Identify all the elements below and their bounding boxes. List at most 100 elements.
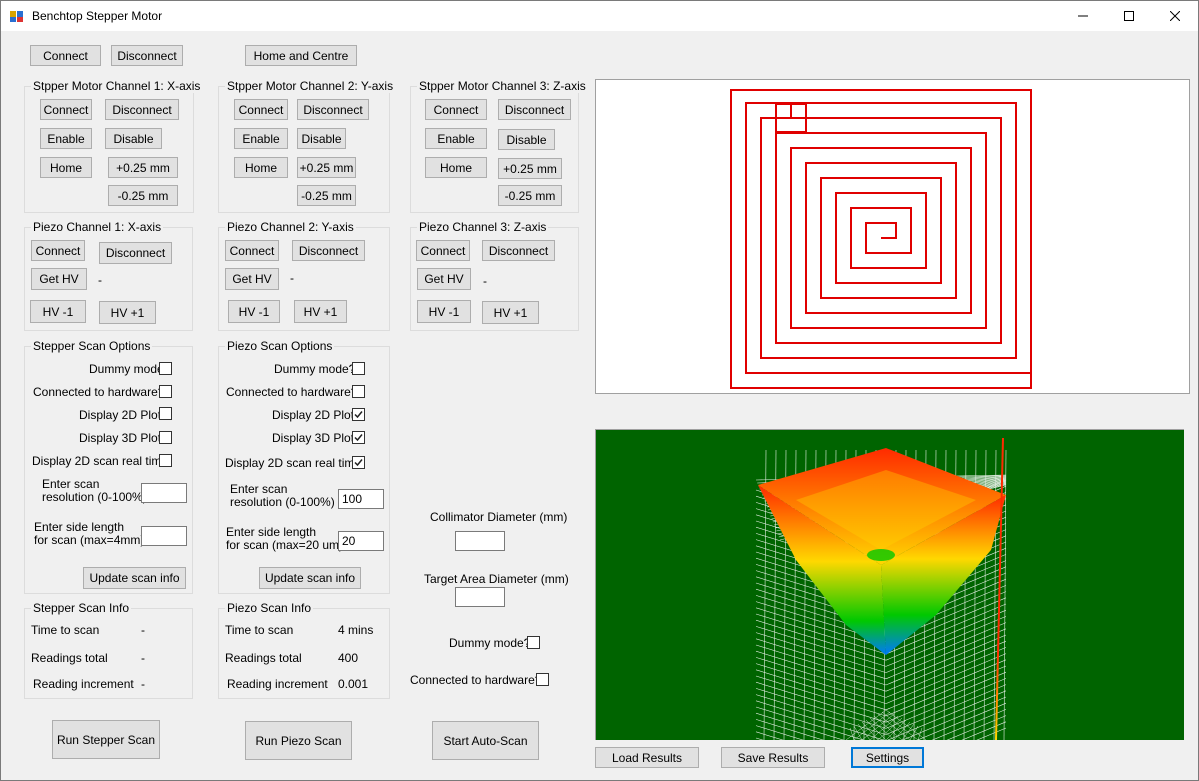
start-auto-scan-button[interactable]: Start Auto-Scan — [432, 721, 539, 760]
stepper-side-length-label: Enter side length for scan (max=4mm) — [34, 520, 145, 547]
minimize-button[interactable] — [1060, 1, 1106, 31]
stepper-1-plus-button[interactable]: +0.25 mm — [108, 157, 178, 178]
stepper-2-home-button[interactable]: Home — [234, 157, 288, 178]
auto-dummy-mode-label: Dummy mode? — [449, 636, 531, 650]
check-icon — [354, 411, 363, 419]
settings-button[interactable]: Settings — [851, 747, 924, 768]
home-centre-button[interactable]: Home and Centre — [245, 45, 357, 66]
piezo-3-hv-minus-button[interactable]: HV -1 — [417, 300, 471, 323]
stepper-update-scan-button[interactable]: Update scan info — [83, 567, 186, 589]
piezo-3-get-hv-button[interactable]: Get HV — [417, 268, 471, 290]
piezo-1-disconnect-button[interactable]: Disconnect — [99, 242, 172, 264]
piezo-scan-options-group: Piezo Scan Options — [218, 339, 390, 594]
load-results-button[interactable]: Load Results — [595, 747, 699, 768]
piezo-resolution-input[interactable] — [338, 489, 384, 509]
right-edge — [1190, 79, 1198, 689]
stepper-dummy-mode-checkbox[interactable] — [159, 362, 172, 375]
spiral-path-canvas — [730, 89, 1032, 389]
stepper-1-disconnect-button[interactable]: Disconnect — [105, 99, 179, 120]
piezo-2-hv-minus-button[interactable]: HV -1 — [228, 300, 280, 323]
stepper-1-connect-button[interactable]: Connect — [40, 99, 92, 120]
piezo-channel-3-title: Piezo Channel 3: Z-axis — [417, 220, 549, 234]
piezo-dummy-mode-checkbox[interactable] — [352, 362, 365, 375]
close-button[interactable] — [1152, 1, 1198, 31]
stepper-2-minus-button[interactable]: -0.25 mm — [297, 185, 356, 206]
stepper-2-connect-button[interactable]: Connect — [234, 99, 288, 120]
piezo-dummy-mode-label: Dummy mode? — [274, 362, 356, 376]
spiral-path — [730, 89, 1032, 389]
app-icon — [10, 11, 23, 22]
connect-all-button[interactable]: Connect — [30, 45, 101, 66]
collimator-diameter-input[interactable] — [455, 531, 505, 551]
stepper-2-plus-button[interactable]: +0.25 mm — [297, 157, 356, 178]
stepper-channel-2-title: Stpper Motor Channel 2: Y-axis — [225, 79, 396, 93]
piezo-realtime-label: Display 2D scan real time — [225, 456, 362, 470]
check-icon — [354, 434, 363, 442]
stepper-3-connect-button[interactable]: Connect — [425, 99, 487, 120]
stepper-3-minus-button[interactable]: -0.25 mm — [498, 185, 562, 206]
stepper-3-disconnect-button[interactable]: Disconnect — [498, 99, 571, 120]
stepper-increment-label: Reading increment — [33, 677, 134, 691]
piezo-3-connect-button[interactable]: Connect — [416, 240, 470, 261]
piezo-side-length-input[interactable] — [338, 531, 384, 551]
run-stepper-scan-button[interactable]: Run Stepper Scan — [52, 720, 160, 759]
stepper-1-disable-button[interactable]: Disable — [105, 128, 162, 149]
save-results-button[interactable]: Save Results — [721, 747, 825, 768]
piezo-1-hv-minus-button[interactable]: HV -1 — [30, 300, 86, 323]
surface-center — [867, 549, 895, 561]
piezo-3-disconnect-button[interactable]: Disconnect — [482, 240, 555, 261]
target-area-diameter-input[interactable] — [455, 587, 505, 607]
piezo-3-hv-plus-button[interactable]: HV +1 — [482, 301, 539, 324]
stepper-1-home-button[interactable]: Home — [40, 157, 92, 178]
maximize-button[interactable] — [1106, 1, 1152, 31]
stepper-resolution-input[interactable] — [141, 483, 187, 503]
title-bar: Benchtop Stepper Motor — [1, 1, 1198, 31]
stepper-1-enable-button[interactable]: Enable — [40, 128, 92, 149]
stepper-channel-1-title: Stpper Motor Channel 1: X-axis — [31, 79, 203, 93]
run-piezo-scan-button[interactable]: Run Piezo Scan — [245, 721, 352, 760]
stepper-2-enable-button[interactable]: Enable — [234, 128, 288, 149]
disconnect-all-button[interactable]: Disconnect — [111, 45, 183, 66]
stepper-2-disconnect-button[interactable]: Disconnect — [297, 99, 369, 120]
stepper-realtime-checkbox[interactable] — [159, 454, 172, 467]
piezo-scan-info-title: Piezo Scan Info — [225, 601, 314, 615]
auto-connected-checkbox[interactable] — [536, 673, 549, 686]
piezo-1-connect-button[interactable]: Connect — [31, 240, 85, 261]
piezo-1-get-hv-button[interactable]: Get HV — [31, 268, 87, 290]
piezo-plot2d-checkbox[interactable] — [352, 408, 365, 421]
stepper-2-disable-button[interactable]: Disable — [297, 128, 346, 149]
piezo-2-get-hv-button[interactable]: Get HV — [225, 268, 279, 290]
piezo-2-disconnect-button[interactable]: Disconnect — [292, 240, 365, 261]
stepper-3-disable-button[interactable]: Disable — [498, 129, 555, 150]
stepper-connected-checkbox[interactable] — [159, 385, 172, 398]
piezo-realtime-checkbox[interactable] — [352, 456, 365, 469]
piezo-update-scan-button[interactable]: Update scan info — [259, 567, 361, 589]
stepper-plot3d-checkbox[interactable] — [159, 431, 172, 444]
stepper-3-plus-button[interactable]: +0.25 mm — [498, 158, 562, 179]
stepper-3-home-button[interactable]: Home — [425, 157, 487, 178]
stepper-scan-info-title: Stepper Scan Info — [31, 601, 132, 615]
stepper-side-length-input[interactable] — [141, 526, 187, 546]
close-icon — [1170, 11, 1180, 21]
piezo-readings-value: 400 — [338, 651, 359, 665]
piezo-plot3d-label: Display 3D Plot — [272, 431, 355, 445]
stepper-3-enable-button[interactable]: Enable — [425, 128, 487, 149]
stepper-plot2d-checkbox[interactable] — [159, 407, 172, 420]
maximize-icon — [1124, 11, 1134, 21]
target-area-diameter-label: Target Area Diameter (mm) — [424, 572, 569, 586]
auto-connected-label: Connected to hardware? — [410, 673, 542, 687]
surface-3d-canvas — [596, 430, 1184, 779]
auto-dummy-mode-checkbox[interactable] — [527, 636, 540, 649]
stepper-resolution-label: Enter scan resolution (0-100%) — [42, 477, 147, 504]
piezo-2-hv-plus-button[interactable]: HV +1 — [294, 300, 347, 323]
piezo-2-connect-button[interactable]: Connect — [225, 240, 279, 261]
piezo-plot3d-checkbox[interactable] — [352, 431, 365, 444]
stepper-increment-value: - — [141, 677, 145, 691]
piezo-connected-checkbox[interactable] — [352, 385, 365, 398]
piezo-scan-options-title: Piezo Scan Options — [225, 339, 335, 353]
stepper-1-minus-button[interactable]: -0.25 mm — [108, 185, 178, 206]
stepper-time-value: - — [141, 623, 145, 637]
piezo-channel-2-title: Piezo Channel 2: Y-axis — [225, 220, 356, 234]
stepper-readings-label: Readings total — [31, 651, 108, 665]
piezo-1-hv-plus-button[interactable]: HV +1 — [99, 301, 156, 324]
